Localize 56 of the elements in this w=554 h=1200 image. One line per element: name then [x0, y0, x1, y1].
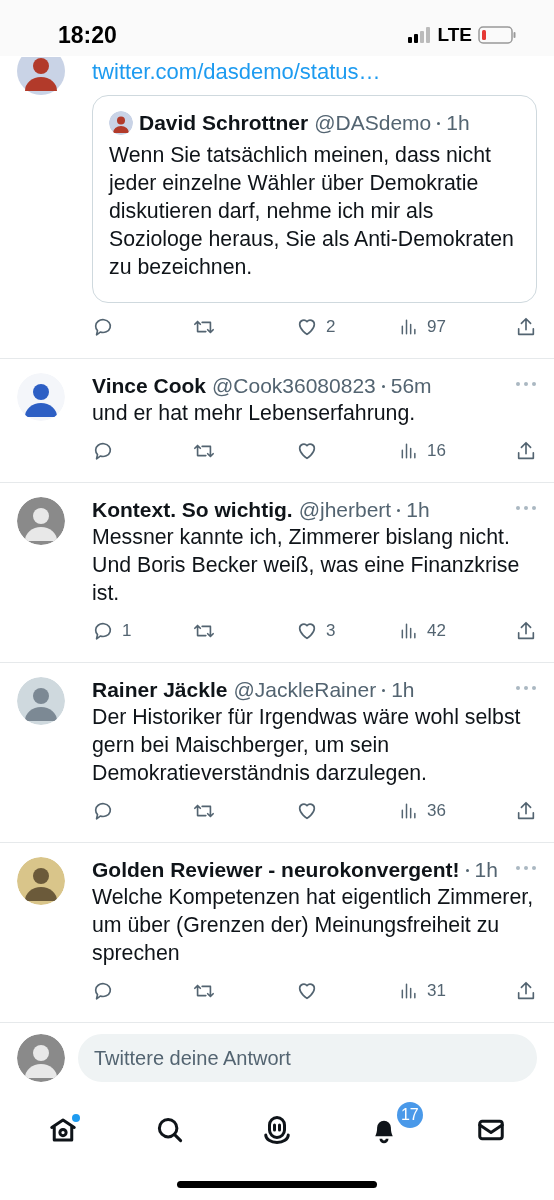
- like-count: 2: [326, 317, 336, 337]
- view-count: 97: [427, 317, 446, 337]
- heart-icon[interactable]: [296, 800, 318, 822]
- tweet-time: 1h: [391, 678, 415, 702]
- reply-icon[interactable]: [92, 316, 114, 338]
- view-count: 31: [427, 981, 446, 1001]
- reply-icon[interactable]: [92, 440, 114, 462]
- network-label: LTE: [437, 24, 472, 46]
- heart-icon[interactable]: [296, 440, 318, 462]
- author-name: Golden Reviewer - neurokonvergent!: [92, 858, 460, 882]
- quoted-tweet-card[interactable]: David Schrottner @DASdemo 1h Wenn Sie tatsächlich meinen, dass nicht jeder einzelne Wähler über Demokratie diskutieren darf, nehme ich mir als Soziologe heraus, Sie als Anti-Demokraten zu bezeichnen.: [92, 95, 537, 303]
- author-name: Vince Cook: [92, 374, 206, 398]
- avatar[interactable]: [17, 497, 65, 545]
- author-name: Kontext. So wichtig.: [92, 498, 293, 522]
- author-name: David Schrottner: [139, 111, 309, 135]
- reply-field[interactable]: Twittere deine Antwort: [78, 1034, 537, 1082]
- avatar[interactable]: [17, 373, 65, 421]
- author-handle: @Cook36080823: [212, 374, 376, 398]
- tweet-text: Wenn Sie tatsächlich meinen, dass nicht jeder einzelne Wähler über Demokratie diskutieren darf, nehme ich mir als Soziologe heraus, Sie als Anti-Demokraten zu bezeichnen.: [109, 142, 515, 281]
- author-handle: @DASdemo: [314, 111, 432, 135]
- reply-icon[interactable]: [92, 800, 114, 822]
- share-icon[interactable]: [515, 800, 537, 822]
- tweet-text: und er hat mehr Lebenserfahrung.: [92, 400, 417, 427]
- tweet-text: Welche Kompetenzen hat eigentlich Zimmerer, um über (Grenzen der) Meinungsfreiheit zu sprechen: [92, 884, 535, 967]
- clock: 18:20: [58, 22, 117, 49]
- heart-icon[interactable]: [296, 980, 318, 1002]
- like-count: 3: [326, 621, 336, 641]
- author-name: Rainer Jäckle: [92, 678, 228, 702]
- heart-icon[interactable]: [296, 316, 318, 338]
- replie-count: 1: [122, 621, 132, 641]
- microphone-icon[interactable]: [262, 1115, 292, 1145]
- share-icon[interactable]: [515, 980, 537, 1002]
- signal-icon: [407, 27, 432, 43]
- tweet-time: 1h: [446, 111, 470, 135]
- tweet-text: Messner kannte ich, Zimmerer bislang nicht. Und Boris Becker weiß, was eine Finanzkrise ist.: [92, 524, 521, 607]
- battery-icon: [478, 26, 516, 44]
- reply-icon[interactable]: [92, 620, 114, 642]
- view-count: 16: [427, 441, 446, 461]
- view-count: 42: [427, 621, 446, 641]
- share-icon[interactable]: [515, 440, 537, 462]
- share-icon[interactable]: [515, 316, 537, 338]
- tweet-time: 1h: [474, 858, 498, 882]
- heart-icon[interactable]: [296, 620, 318, 642]
- reply-icon[interactable]: [92, 980, 114, 1002]
- avatar[interactable]: [109, 111, 133, 135]
- notification-badge: 17: [396, 1102, 423, 1128]
- tweet-time: 56m: [390, 374, 432, 398]
- avatar[interactable]: [17, 677, 65, 725]
- view-count: 36: [427, 801, 446, 821]
- share-icon[interactable]: [515, 620, 537, 642]
- avatar[interactable]: [17, 857, 65, 905]
- tweet-time: 1h: [406, 498, 430, 522]
- tweet-text: Der Historiker für Irgendwas wäre wohl selbst gern bei Maischberger, um sein Demokratieverständnis darzulegen.: [92, 704, 522, 787]
- author-handle: @jherbert: [298, 498, 392, 522]
- author-handle: @JackleRainer: [233, 678, 377, 702]
- avatar[interactable]: [17, 1034, 65, 1082]
